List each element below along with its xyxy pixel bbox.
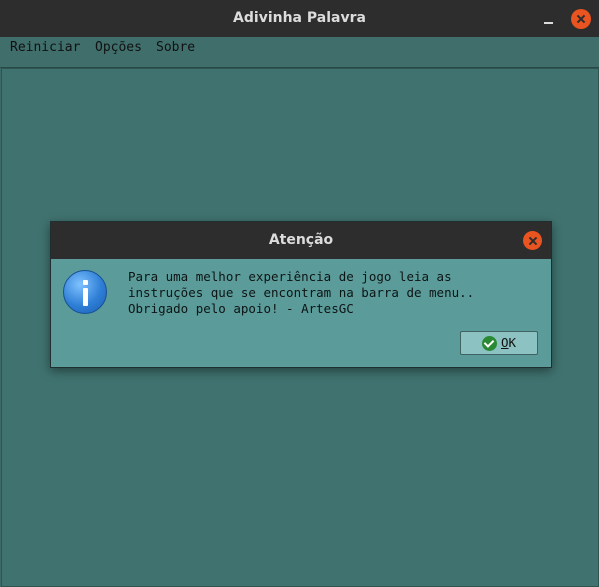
message-dialog: Atenção Para uma melhor experiência de j… <box>50 221 552 368</box>
info-icon <box>63 270 107 314</box>
menu-sobre[interactable]: Sobre <box>156 40 195 55</box>
ok-label: OK <box>501 335 517 350</box>
menu-reiniciar[interactable]: Reiniciar <box>10 40 80 55</box>
menu-opcoes[interactable]: Opções <box>95 40 142 55</box>
dialog-titlebar: Atenção <box>51 222 551 259</box>
window-close-button[interactable] <box>571 9 591 29</box>
close-icon <box>523 231 542 250</box>
window-title: Adivinha Palavra <box>233 10 366 26</box>
check-icon <box>482 336 497 351</box>
dialog-close-button[interactable] <box>523 231 542 250</box>
dialog-message: Para uma melhor experiência de jogo leia… <box>128 269 475 316</box>
ok-button[interactable]: OK <box>460 331 538 355</box>
menubar: Reiniciar Opções Sobre <box>0 37 599 68</box>
minimize-button[interactable] <box>540 10 558 28</box>
close-icon <box>571 9 591 29</box>
window-titlebar: Adivinha Palavra <box>0 0 599 37</box>
dialog-title: Atenção <box>268 232 334 248</box>
